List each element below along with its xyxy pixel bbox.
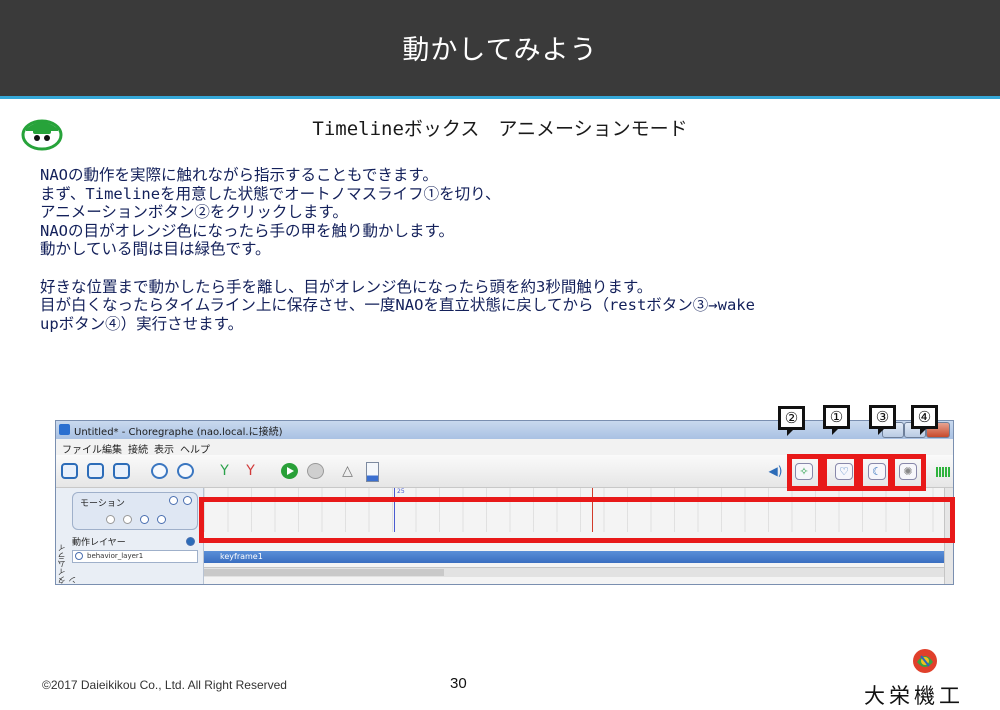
keyframe-row[interactable]: keyframe1: [204, 551, 944, 563]
timeline-vertical-label: タイムライン: [57, 544, 77, 584]
highlight-timeline: [199, 497, 955, 543]
text-line: NAOの目がオレンジ色になったら手の甲を触り動かします。: [40, 221, 454, 240]
frame-number: 25: [397, 488, 405, 495]
motion-box: モーション: [72, 492, 198, 530]
text-line: アニメーションボタン②をクリックします。: [40, 203, 348, 222]
save-icon[interactable]: [113, 463, 130, 479]
text-line: まず、Timelineを用意した状態でオートノマスライフ①を切り、: [40, 184, 501, 203]
connect-icon[interactable]: Y: [216, 463, 233, 479]
layer-header: 動作レイヤー: [72, 535, 196, 548]
horizontal-scrollbar[interactable]: [204, 567, 944, 577]
settings-icon[interactable]: [183, 496, 192, 505]
open-file-icon[interactable]: [87, 463, 104, 479]
add-layer-icon[interactable]: [186, 537, 195, 546]
highlight-autonomous-life-button: [822, 454, 859, 491]
text-line: NAOの動作を実際に触れながら指示することもできます。: [40, 166, 438, 184]
text-line: 動かしている間は目は緑色です。: [40, 240, 271, 259]
motion-label: モーション: [80, 499, 125, 509]
callout-1: ①: [823, 405, 850, 435]
highlight-wakeup-button: [890, 454, 926, 491]
edit-icon[interactable]: [169, 496, 178, 505]
menu-view[interactable]: 表示: [154, 441, 174, 456]
layer-name: behavior_layer1: [87, 552, 144, 560]
app-icon: [59, 424, 70, 435]
menu-help[interactable]: ヘルプ: [180, 441, 210, 456]
menu-edit[interactable]: 編集: [102, 441, 122, 456]
battery-icon: [366, 462, 379, 482]
disconnect-icon[interactable]: Y: [242, 463, 259, 479]
volume-icon[interactable]: ◀): [767, 463, 784, 479]
company-name: 大栄機工: [864, 684, 964, 708]
menu-connect[interactable]: 接続: [128, 441, 148, 456]
warning-icon[interactable]: △: [339, 463, 356, 479]
highlight-rest-button: [858, 454, 893, 491]
window-titlebar: Untitled* - Choregraphe (nao.local.に接続): [56, 421, 953, 439]
menu-bar: ファイル 編集 接続 表示 ヘルプ: [56, 439, 953, 456]
redo-icon[interactable]: [177, 463, 194, 479]
callout-4: ④: [911, 405, 938, 435]
company-logo-icon: [913, 649, 937, 673]
stop-icon[interactable]: [307, 463, 324, 479]
skip-back-icon[interactable]: [106, 515, 115, 524]
text-line: 目が白くなったらタイムライン上に保存させ、一度NAOを直立状態に戻してから（re…: [40, 296, 755, 315]
layer-title: 動作レイヤー: [72, 538, 126, 548]
text-line: 好きな位置まで動かしたら手を離し、目がオレンジ色になったら頭を約3秒間触ります。: [40, 277, 653, 296]
layer-row[interactable]: behavior_layer1: [72, 550, 198, 563]
new-file-icon[interactable]: [61, 463, 78, 479]
signal-level-icon: [936, 467, 951, 477]
keyframe-label: keyframe1: [220, 552, 263, 561]
highlight-animation-button: [787, 454, 823, 491]
instruction-text: NAOの動作を実際に触れながら指示することもできます。 まず、Timelineを…: [40, 166, 970, 333]
section-subtitle: Timelineボックス アニメーションモード: [312, 118, 688, 140]
copyright-text: ©2017 Daieikikou Co., Ltd. All Right Res…: [42, 678, 287, 692]
callout-2: ②: [778, 406, 805, 436]
page-number: 30: [450, 675, 467, 692]
rewind-icon[interactable]: [123, 515, 132, 524]
menu-file[interactable]: ファイル: [62, 441, 102, 456]
text-line: upボタン④）実行させます。: [40, 314, 244, 333]
layer-radio-icon[interactable]: [75, 552, 83, 560]
window-title: Untitled* - Choregraphe (nao.local.に接続): [74, 427, 283, 438]
play-icon[interactable]: [281, 463, 298, 479]
play-motion-icon[interactable]: [140, 515, 149, 524]
forward-icon[interactable]: [157, 515, 166, 524]
slide-title: 動かしてみよう: [402, 35, 598, 66]
callout-3: ③: [869, 405, 896, 435]
undo-icon[interactable]: [151, 463, 168, 479]
timeline-left-panel: タイムライン モーション 動作レイヤー behavior_layer1: [56, 488, 204, 584]
slide-header: 動かしてみよう: [0, 0, 1000, 99]
